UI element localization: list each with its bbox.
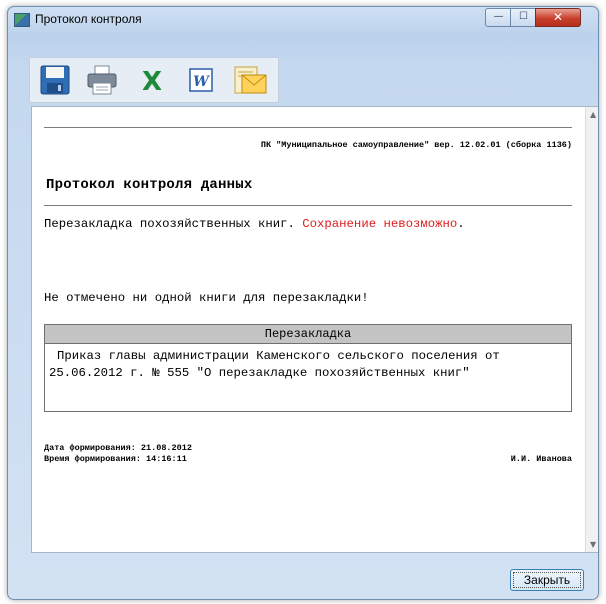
title-rule	[44, 205, 572, 206]
error-text: Сохранение невозможно	[302, 217, 458, 231]
app-icon	[14, 13, 30, 27]
email-button[interactable]	[233, 64, 267, 96]
reference-box: Перезакладка Приказ главы администрации …	[44, 324, 572, 412]
warning-line: Не отмечено ни одной книги для перезакла…	[44, 291, 369, 305]
top-rule	[44, 127, 572, 128]
report-viewer[interactable]: ПК "Муниципальное самоуправление" вер. 1…	[31, 106, 598, 553]
maximize-button[interactable]: ☐	[510, 8, 537, 27]
print-button[interactable]	[86, 64, 118, 96]
reference-box-header: Перезакладка	[45, 325, 571, 344]
status-text: Перезакладка похозяйственных книг.	[44, 217, 303, 231]
word-glyph: W	[193, 74, 210, 90]
word-icon: W	[189, 68, 213, 92]
report-window: Протокол контроля — ☐ ✕ X W ПК "Муниципа…	[7, 6, 599, 600]
reference-box-body: Приказ главы администрации Каменского се…	[49, 349, 500, 380]
program-version-line: ПК "Муниципальное самоуправление" вер. 1…	[260, 140, 572, 150]
signer-name: И.И. Иванова	[510, 454, 572, 464]
status-suffix: .	[457, 217, 465, 231]
close-button[interactable]: Закрыть	[510, 569, 584, 591]
save-button[interactable]	[39, 64, 71, 96]
minimize-button[interactable]: —	[485, 8, 512, 27]
focus-ring	[513, 572, 581, 588]
generation-date: Дата формирования: 21.08.2012	[44, 443, 192, 453]
vertical-scrollbar[interactable]: ▲ ▼	[585, 107, 598, 552]
export-word-button[interactable]: W	[185, 64, 217, 96]
export-excel-button[interactable]: X	[136, 64, 168, 97]
email-icon	[234, 66, 267, 94]
status-line: Перезакладка похозяйственных книг. Сохра…	[44, 217, 465, 231]
toolbar: X W	[29, 57, 279, 103]
scroll-up-icon[interactable]: ▲	[590, 110, 596, 119]
scroll-down-icon[interactable]: ▼	[590, 540, 596, 549]
window-title: Протокол контроля	[35, 12, 142, 26]
excel-glyph: X	[142, 67, 162, 96]
print-icon	[87, 65, 117, 95]
title-bar[interactable]: Протокол контроля — ☐ ✕	[8, 7, 598, 33]
excel-icon: X	[142, 67, 162, 97]
save-icon	[40, 65, 70, 95]
close-window-button[interactable]: ✕	[535, 8, 581, 27]
generation-time: Время формирования: 14:16:11	[44, 454, 187, 464]
report-title: Протокол контроля данных	[46, 177, 253, 193]
